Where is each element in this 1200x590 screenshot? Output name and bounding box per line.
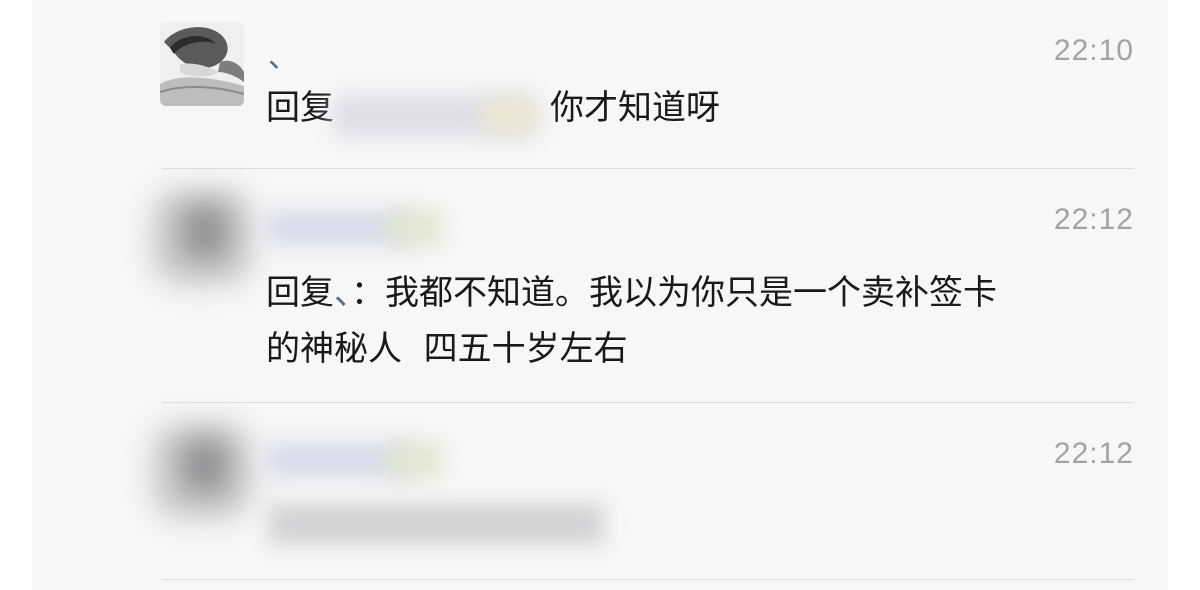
comment-item[interactable]: 、 22:10 回复 你才知道呀: [32, 0, 1168, 168]
divider: [162, 579, 1134, 580]
comment-time: 22:10: [1053, 34, 1134, 67]
reply-target-link[interactable]: 、: [334, 273, 351, 313]
reply-prefix: 回复: [266, 88, 334, 128]
comment-message: 你才知道呀: [550, 88, 720, 128]
redacted-emoji: [482, 98, 538, 134]
comment-text: 回复、：我都不知道。我以为你只是一个卖补签卡: [266, 265, 997, 321]
redacted-comment-text: [268, 503, 604, 545]
redacted-emoji: [388, 211, 442, 245]
comment-message-line1: 我都不知道。我以为你只是一个卖补签卡: [385, 273, 997, 313]
comment-item[interactable]: 22:12 回复、：我都不知道。我以为你只是一个卖补签卡 的神秘人 四五十岁左右: [32, 169, 1168, 402]
reply-separator: ：: [351, 273, 385, 313]
avatar[interactable]: [152, 189, 252, 285]
avatar[interactable]: [152, 423, 252, 519]
reply-prefix: 回复: [266, 273, 334, 313]
avatar[interactable]: [160, 22, 244, 106]
comment-list: 、 22:10 回复 你才知道呀 22:12 回复、：我都不知道。我以为你只是一个…: [32, 0, 1168, 590]
comment-time: 22:12: [1053, 437, 1134, 470]
redacted-emoji: [388, 443, 442, 477]
avatar-image: [160, 22, 244, 106]
author-name[interactable]: 、: [268, 40, 298, 76]
comment-item[interactable]: 22:12: [32, 403, 1168, 579]
comment-time: 22:12: [1053, 203, 1134, 236]
comment-message-line2: 的神秘人 四五十岁左右: [266, 329, 628, 369]
